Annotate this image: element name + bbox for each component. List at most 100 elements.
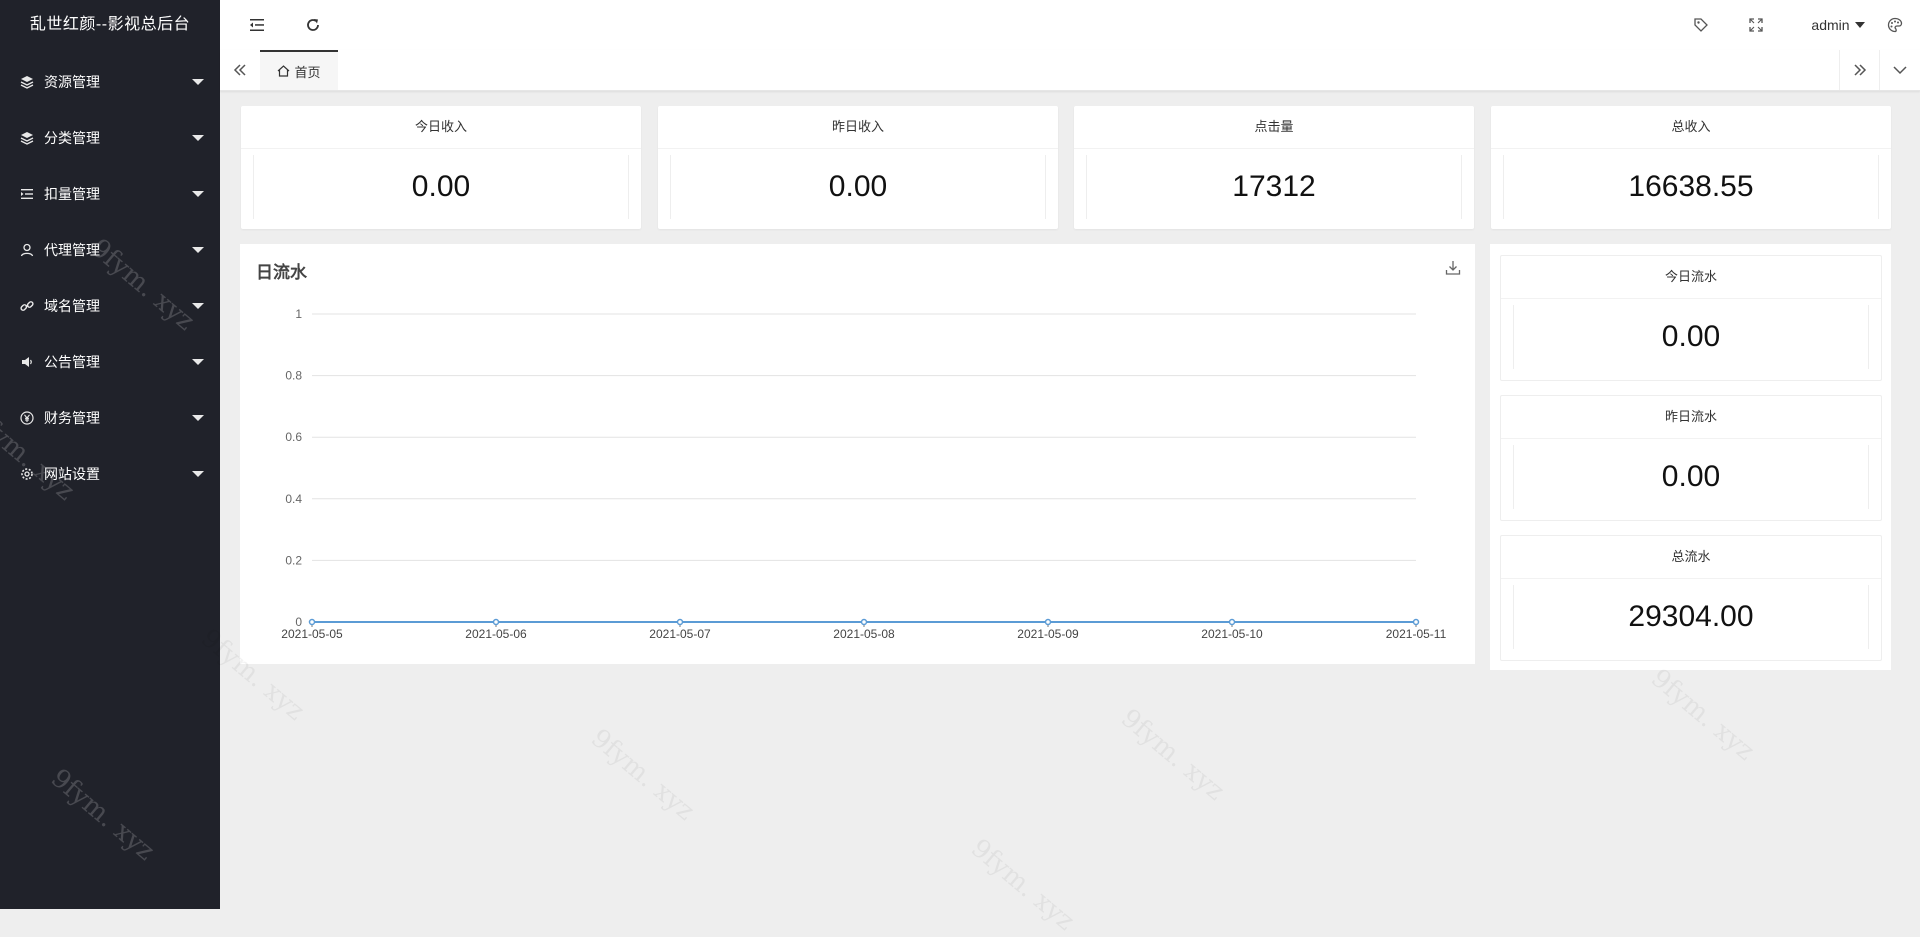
watermark: 9fym. xyz bbox=[964, 833, 1081, 937]
flow-value: 29304.00 bbox=[1513, 585, 1869, 649]
tab-scroll-right-button[interactable] bbox=[1839, 50, 1880, 90]
sidebar-item-label: 资源管理 bbox=[44, 74, 100, 90]
link-icon bbox=[20, 299, 34, 313]
caret-down-icon bbox=[1854, 22, 1865, 28]
y-tick-label: 0.6 bbox=[285, 430, 302, 444]
theme-button[interactable] bbox=[1880, 0, 1910, 50]
username: admin bbox=[1811, 17, 1850, 33]
palette-icon bbox=[1887, 17, 1903, 33]
sidebar: 乱世红颜--影视总后台 资源管理 分类管理 扣量管理 代理管理 域名管理 公告管… bbox=[0, 0, 220, 909]
stat-label: 点击量 bbox=[1074, 106, 1474, 149]
watermark: 9fym. xyz bbox=[1644, 663, 1761, 767]
tab-home[interactable]: 首页 bbox=[260, 50, 338, 90]
caret-down-icon bbox=[192, 191, 204, 197]
y-tick-label: 0.8 bbox=[285, 369, 302, 383]
speaker-icon bbox=[20, 355, 34, 369]
sidebar-item-notice[interactable]: 公告管理 bbox=[0, 334, 220, 390]
y-tick-label: 0.2 bbox=[285, 553, 302, 567]
flow-value: 0.00 bbox=[1513, 445, 1869, 509]
x-tick-label: 2021-05-09 bbox=[1017, 627, 1079, 641]
flow-value: 0.00 bbox=[1513, 305, 1869, 369]
caret-down-icon bbox=[192, 415, 204, 421]
sidebar-item-resource[interactable]: 资源管理 bbox=[0, 54, 220, 110]
tab-home-label: 首页 bbox=[294, 64, 321, 80]
sidebar-item-label: 公告管理 bbox=[44, 354, 100, 370]
flow-panel: 今日流水 0.00 昨日流水 0.00 总流水 29304.00 bbox=[1490, 244, 1891, 670]
data-point bbox=[1412, 618, 1420, 626]
watermark: 9fym. xyz bbox=[1114, 703, 1231, 807]
sidebar-item-domain[interactable]: 域名管理 bbox=[0, 278, 220, 334]
tab-bar: 首页 bbox=[220, 50, 1920, 91]
fullscreen-button[interactable] bbox=[1741, 0, 1771, 50]
x-tick-label: 2021-05-06 bbox=[465, 627, 527, 641]
x-tick-label: 2021-05-05 bbox=[281, 627, 343, 641]
tab-menu-button[interactable] bbox=[1879, 50, 1920, 90]
caret-down-icon bbox=[192, 359, 204, 365]
stat-label: 今日收入 bbox=[241, 106, 641, 149]
caret-down-icon bbox=[192, 303, 204, 309]
double-chevron-right-icon bbox=[1854, 64, 1867, 76]
sidebar-menu: 资源管理 分类管理 扣量管理 代理管理 域名管理 公告管理 财务管理 网站设置 bbox=[0, 54, 220, 502]
sidebar-item-agent[interactable]: 代理管理 bbox=[0, 222, 220, 278]
data-point bbox=[308, 618, 316, 626]
data-point bbox=[492, 618, 500, 626]
tag-button[interactable] bbox=[1686, 0, 1716, 50]
caret-down-icon bbox=[192, 471, 204, 477]
stat-value: 0.00 bbox=[253, 155, 629, 219]
daily-flow-chart: 00.20.40.60.812021-05-05 2021-05-06 2021-0… bbox=[281, 307, 1447, 641]
chevron-down-icon bbox=[1893, 66, 1907, 75]
stat-card-total-income: 总收入 16638.55 bbox=[1491, 106, 1891, 229]
flow-label: 今日流水 bbox=[1501, 256, 1881, 299]
stat-card-yesterday-income: 昨日收入 0.00 bbox=[658, 106, 1058, 229]
home-icon bbox=[278, 65, 290, 77]
stat-label: 昨日收入 bbox=[658, 106, 1058, 149]
gear-icon bbox=[20, 467, 34, 481]
stat-card-today-income: 今日收入 0.00 bbox=[241, 106, 641, 229]
y-tick-label: 1 bbox=[295, 307, 302, 321]
sidebar-item-label: 代理管理 bbox=[44, 242, 100, 258]
stat-value: 0.00 bbox=[670, 155, 1046, 219]
fullscreen-icon bbox=[1749, 18, 1763, 32]
tab-scroll-left-button[interactable] bbox=[220, 50, 260, 90]
watermark: 9fym. xyz bbox=[584, 723, 701, 827]
sidebar-item-category[interactable]: 分类管理 bbox=[0, 110, 220, 166]
caret-down-icon bbox=[192, 79, 204, 85]
sidebar-item-label: 扣量管理 bbox=[44, 186, 100, 202]
sidebar-item-deduction[interactable]: 扣量管理 bbox=[0, 166, 220, 222]
sidebar-item-label: 网站设置 bbox=[44, 466, 100, 482]
caret-down-icon bbox=[192, 247, 204, 253]
yen-icon bbox=[20, 411, 34, 425]
data-point bbox=[676, 618, 684, 626]
stat-value: 16638.55 bbox=[1503, 155, 1879, 219]
list-indent-icon bbox=[20, 187, 34, 201]
user-icon bbox=[20, 243, 34, 257]
flow-card-yesterday: 昨日流水 0.00 bbox=[1500, 395, 1882, 521]
sidebar-item-label: 域名管理 bbox=[44, 298, 100, 314]
sidebar-item-finance[interactable]: 财务管理 bbox=[0, 390, 220, 446]
x-tick-label: 2021-05-11 bbox=[1386, 627, 1447, 641]
double-chevron-left-icon bbox=[233, 64, 246, 76]
data-point bbox=[860, 618, 868, 626]
x-tick-label: 2021-05-10 bbox=[1201, 627, 1263, 641]
stat-card-clicks: 点击量 17312 bbox=[1074, 106, 1474, 229]
tag-icon bbox=[1694, 18, 1708, 32]
data-point bbox=[1228, 618, 1236, 626]
layers-icon bbox=[20, 131, 34, 145]
sidebar-item-settings[interactable]: 网站设置 bbox=[0, 446, 220, 502]
y-tick-label: 0.4 bbox=[285, 492, 302, 506]
flow-label: 昨日流水 bbox=[1501, 396, 1881, 439]
refresh-icon bbox=[307, 19, 319, 31]
stat-label: 总收入 bbox=[1491, 106, 1891, 149]
watermark: 9fym. xyz bbox=[44, 763, 161, 867]
daily-flow-chart-panel: 日流水 0 0.2 0.4 0.6 0.8 1 2021-05-05 2021-05-06 20… bbox=[240, 244, 1475, 664]
flow-label: 总流水 bbox=[1501, 536, 1881, 579]
stat-value: 17312 bbox=[1086, 155, 1462, 219]
caret-down-icon bbox=[192, 135, 204, 141]
menu-fold-icon bbox=[250, 19, 264, 31]
layers-icon bbox=[20, 75, 34, 89]
data-point bbox=[1044, 618, 1052, 626]
collapse-menu-button[interactable] bbox=[242, 0, 272, 50]
user-menu[interactable]: admin bbox=[1798, 0, 1878, 50]
refresh-button[interactable] bbox=[298, 0, 328, 50]
flow-card-today: 今日流水 0.00 bbox=[1500, 255, 1882, 381]
